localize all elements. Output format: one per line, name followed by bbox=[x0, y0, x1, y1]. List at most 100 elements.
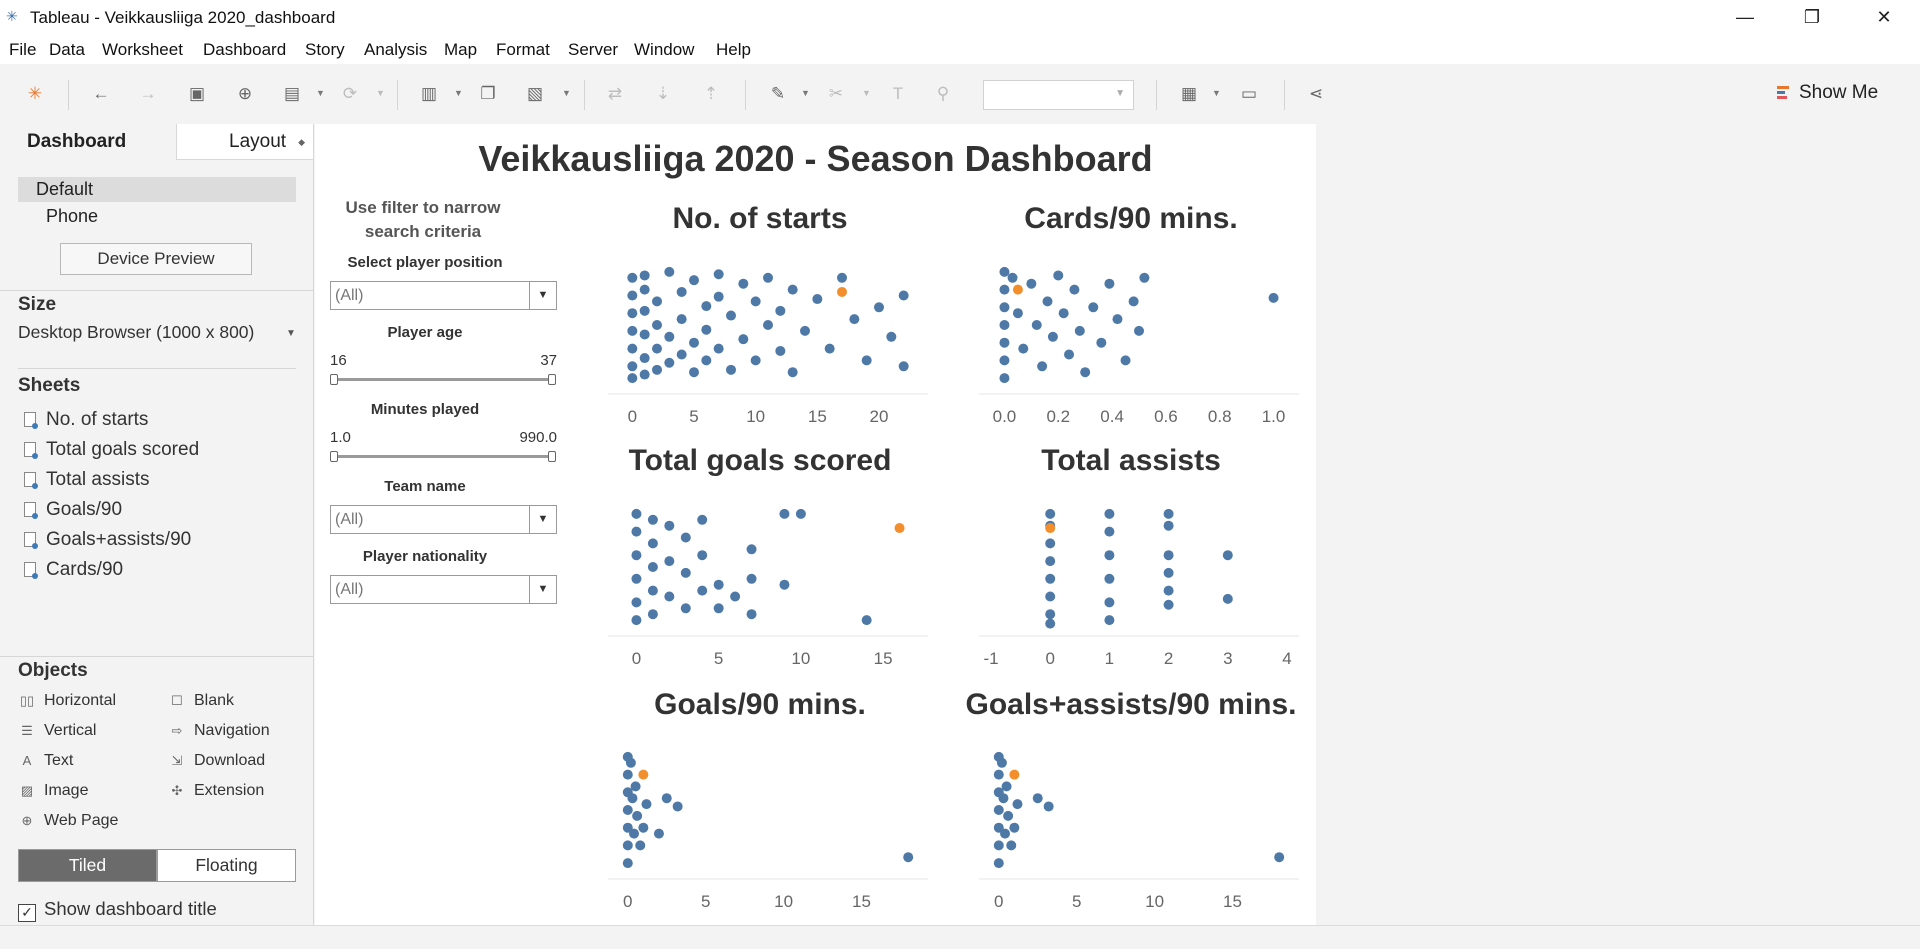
data-point[interactable] bbox=[701, 355, 712, 366]
data-point[interactable] bbox=[1120, 355, 1131, 366]
data-point[interactable] bbox=[627, 290, 638, 301]
highlighted-data-point[interactable] bbox=[638, 769, 649, 780]
data-point[interactable] bbox=[622, 805, 633, 815]
group-members-icon[interactable]: ✂ bbox=[825, 83, 847, 105]
data-point[interactable] bbox=[1222, 593, 1233, 604]
chevron-down-icon[interactable]: ▼ bbox=[454, 88, 463, 98]
menu-analysis[interactable]: Analysis bbox=[364, 40, 427, 60]
scatter-goals90[interactable]: 0 5 10 15 bbox=[608, 739, 928, 919]
sheet-total-goals[interactable]: Total goals scored bbox=[24, 439, 199, 461]
scatter-starts[interactable]: 0 5 10 15 20 bbox=[608, 254, 928, 434]
data-point[interactable] bbox=[763, 320, 773, 330]
data-point[interactable] bbox=[664, 331, 675, 342]
data-point[interactable] bbox=[775, 305, 786, 316]
data-point[interactable] bbox=[849, 314, 860, 325]
data-point[interactable] bbox=[639, 369, 650, 380]
data-point[interactable] bbox=[1043, 801, 1054, 812]
data-point[interactable] bbox=[993, 805, 1004, 815]
data-point[interactable] bbox=[1163, 508, 1174, 519]
scatter-goals[interactable]: 0 5 10 15 bbox=[608, 496, 928, 676]
data-point[interactable] bbox=[627, 325, 638, 336]
data-point[interactable] bbox=[639, 270, 650, 281]
data-point[interactable] bbox=[689, 275, 699, 286]
data-point[interactable] bbox=[1134, 325, 1144, 336]
age-slider[interactable] bbox=[330, 374, 556, 385]
data-point[interactable] bbox=[746, 544, 757, 555]
data-point[interactable] bbox=[1163, 599, 1174, 610]
data-point[interactable] bbox=[1088, 302, 1099, 313]
data-point[interactable] bbox=[1069, 284, 1080, 295]
data-point[interactable] bbox=[750, 355, 761, 366]
data-point[interactable] bbox=[1058, 308, 1069, 319]
data-point[interactable] bbox=[713, 579, 724, 590]
object-blank[interactable]: ☐ Blank bbox=[168, 692, 234, 710]
highlighted-data-point[interactable] bbox=[837, 286, 847, 297]
data-point[interactable] bbox=[1026, 278, 1037, 289]
menu-data[interactable]: Data bbox=[49, 40, 85, 60]
object-extension[interactable]: ✣ Extension bbox=[168, 782, 265, 800]
new-worksheet-icon[interactable]: ▥ bbox=[418, 83, 440, 105]
sheet-goals-assists-90[interactable]: Goals+assists/90 bbox=[24, 529, 191, 551]
data-point[interactable] bbox=[999, 355, 1010, 366]
menu-worksheet[interactable]: Worksheet bbox=[102, 40, 183, 60]
data-point[interactable] bbox=[639, 329, 650, 340]
minutes-slider-min-handle[interactable] bbox=[330, 451, 338, 462]
data-point[interactable] bbox=[664, 520, 675, 531]
highlighted-data-point[interactable] bbox=[1045, 523, 1056, 534]
menu-window[interactable]: Window bbox=[634, 40, 694, 60]
data-point[interactable] bbox=[999, 284, 1010, 295]
highlighted-data-point[interactable] bbox=[894, 523, 905, 534]
data-point[interactable] bbox=[1032, 793, 1043, 804]
data-point[interactable] bbox=[1104, 550, 1115, 561]
data-point[interactable] bbox=[647, 585, 658, 596]
data-point[interactable] bbox=[800, 325, 810, 336]
data-point[interactable] bbox=[622, 840, 633, 851]
data-point[interactable] bbox=[779, 508, 790, 519]
data-point[interactable] bbox=[672, 801, 683, 812]
fit-width-dropdown[interactable]: ▼ bbox=[983, 80, 1134, 110]
data-point[interactable] bbox=[746, 609, 757, 620]
data-point[interactable] bbox=[999, 337, 1010, 348]
data-point[interactable] bbox=[641, 799, 652, 810]
data-point[interactable] bbox=[713, 603, 724, 614]
data-point[interactable] bbox=[730, 591, 741, 602]
data-point[interactable] bbox=[697, 550, 708, 561]
data-point[interactable] bbox=[631, 573, 642, 584]
data-point[interactable] bbox=[661, 793, 672, 804]
menu-story[interactable]: Story bbox=[305, 40, 345, 60]
data-point[interactable] bbox=[1163, 567, 1174, 578]
data-point[interactable] bbox=[680, 603, 691, 614]
scatter-assists[interactable]: -1 0 1 2 3 4 bbox=[979, 496, 1299, 676]
data-point[interactable] bbox=[1012, 799, 1023, 810]
data-point[interactable] bbox=[713, 291, 724, 302]
new-data-source-icon[interactable]: ⊕ bbox=[234, 83, 256, 105]
data-point[interactable] bbox=[631, 597, 642, 608]
undo-icon[interactable]: ← bbox=[90, 83, 112, 105]
data-point[interactable] bbox=[738, 278, 749, 289]
data-point[interactable] bbox=[652, 296, 662, 307]
redo-icon[interactable]: → bbox=[137, 83, 159, 105]
data-point[interactable] bbox=[1268, 292, 1279, 303]
highlight-icon[interactable]: ✎ bbox=[767, 83, 789, 105]
data-point[interactable] bbox=[652, 343, 662, 354]
menu-dashboard[interactable]: Dashboard bbox=[203, 40, 286, 60]
floating-toggle[interactable]: Floating bbox=[157, 849, 296, 882]
position-filter-dropdown[interactable]: (All) ▼ bbox=[330, 281, 557, 310]
data-point[interactable] bbox=[701, 301, 712, 312]
data-point[interactable] bbox=[652, 364, 662, 375]
data-point[interactable] bbox=[622, 858, 633, 869]
show-me-button[interactable]: Show Me bbox=[1777, 82, 1878, 104]
sheet-cards-90[interactable]: Cards/90 bbox=[24, 559, 123, 581]
data-point[interactable] bbox=[627, 361, 638, 372]
object-download[interactable]: ⇲ Download bbox=[168, 752, 266, 770]
object-web-page[interactable]: ⊕ Web Page bbox=[18, 812, 119, 830]
clear-sheet-icon[interactable]: ▧ bbox=[524, 83, 546, 105]
data-point[interactable] bbox=[1074, 325, 1085, 336]
nationality-filter-dropdown[interactable]: (All) ▼ bbox=[330, 575, 557, 604]
chevron-down-icon[interactable]: ▼ bbox=[862, 88, 871, 98]
share-icon[interactable]: ⋖ bbox=[1305, 83, 1327, 105]
data-point[interactable] bbox=[738, 334, 749, 345]
scatter-cards[interactable]: 0.0 0.2 0.4 0.6 0.8 1.0 bbox=[979, 254, 1299, 434]
data-point[interactable] bbox=[886, 331, 897, 342]
data-point[interactable] bbox=[627, 343, 638, 354]
